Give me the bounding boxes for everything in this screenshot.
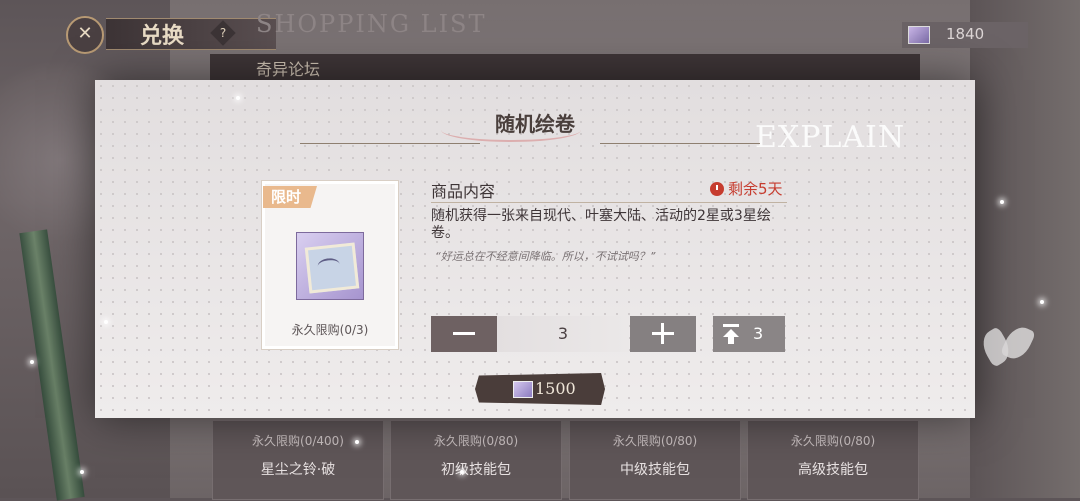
gem-icon (908, 26, 930, 44)
shop-item-row: 永久限购(0/400) 星尘之铃·破 永久限购(0/80) 初级技能包 永久限购… (212, 420, 922, 500)
content-header: 商品内容 (431, 182, 496, 201)
max-icon (723, 324, 739, 344)
decrease-quantity-button[interactable] (431, 316, 497, 352)
shop-item[interactable]: 永久限购(0/80) 中级技能包 (569, 420, 741, 500)
sparkle (1040, 300, 1044, 304)
sparkle (104, 320, 108, 324)
detail-divider (431, 202, 787, 203)
limited-tag: 限时 (263, 186, 317, 208)
shop-item-limit: 永久限购(0/80) (790, 434, 876, 448)
time-remaining: 剩余5天 (710, 178, 783, 199)
shop-tab-strip: 奇异论坛 (210, 54, 920, 80)
title-divider-left (300, 143, 480, 144)
page-subtitle: SHOPPING LIST (256, 10, 487, 38)
sparkle (236, 96, 240, 100)
butterfly-icon (977, 320, 1040, 380)
shop-item-limit: 永久限购(0/80) (433, 434, 519, 448)
top-bar: ✕ 兑换 ? SHOPPING LIST 1840 (60, 10, 1028, 54)
currency-value: 1840 (946, 25, 985, 43)
tab-forum[interactable]: 奇异论坛 (256, 56, 320, 80)
flavor-text: “好运总在不经意间降临。所以，不试试吗？” (435, 250, 656, 263)
title-box (106, 18, 276, 50)
shop-item-name: 高级技能包 (798, 462, 868, 478)
purchase-button[interactable]: 1500 (475, 373, 605, 405)
item-card: 限时 永久限购(0/3) (261, 180, 399, 350)
sparkle (30, 360, 34, 364)
page-title: 兑换 (140, 23, 185, 49)
increase-quantity-button[interactable] (630, 316, 696, 352)
purchase-dialog: EXPLAIN 随机绘卷 限时 永久限购(0/3) 商品内容 剩余5天 随机获得… (95, 80, 975, 418)
emblem-icon[interactable]: ✕ (66, 16, 104, 54)
sparkle (1000, 200, 1004, 204)
help-icon[interactable]: ? (210, 20, 236, 46)
background-scroll (970, 0, 1080, 498)
max-quantity-value: 3 (753, 324, 764, 343)
title-divider-right (600, 143, 760, 144)
shop-item-name: 星尘之铃·破 (260, 462, 336, 478)
purchase-limit: 永久限购(0/3) (291, 323, 369, 337)
clock-icon (710, 182, 724, 196)
shop-item-name: 初级技能包 (441, 462, 511, 478)
dialog-title: 随机绘卷 (495, 112, 575, 136)
background-ribbon (19, 229, 85, 501)
gem-icon (513, 381, 533, 398)
sparkle (355, 440, 359, 444)
sparkle (80, 470, 84, 474)
shop-item-limit: 永久限购(0/80) (612, 434, 698, 448)
currency-display: 1840 (902, 22, 1028, 48)
shop-item-name: 中级技能包 (620, 462, 690, 478)
quantity-value: 3 (557, 324, 569, 343)
shop-item[interactable]: 永久限购(0/80) 初级技能包 (390, 420, 562, 500)
scroll-item-icon (296, 232, 364, 300)
shop-item[interactable]: 永久限购(0/80) 高级技能包 (747, 420, 919, 500)
price-value: 1500 (535, 379, 576, 398)
item-description: 随机获得一张来自现代、叶塞大陆、活动的2星或3星绘卷。 (431, 208, 771, 241)
max-quantity-button[interactable]: 3 (713, 316, 785, 352)
sparkle (460, 470, 464, 474)
shop-item[interactable]: 永久限购(0/400) 星尘之铃·破 (212, 420, 384, 500)
